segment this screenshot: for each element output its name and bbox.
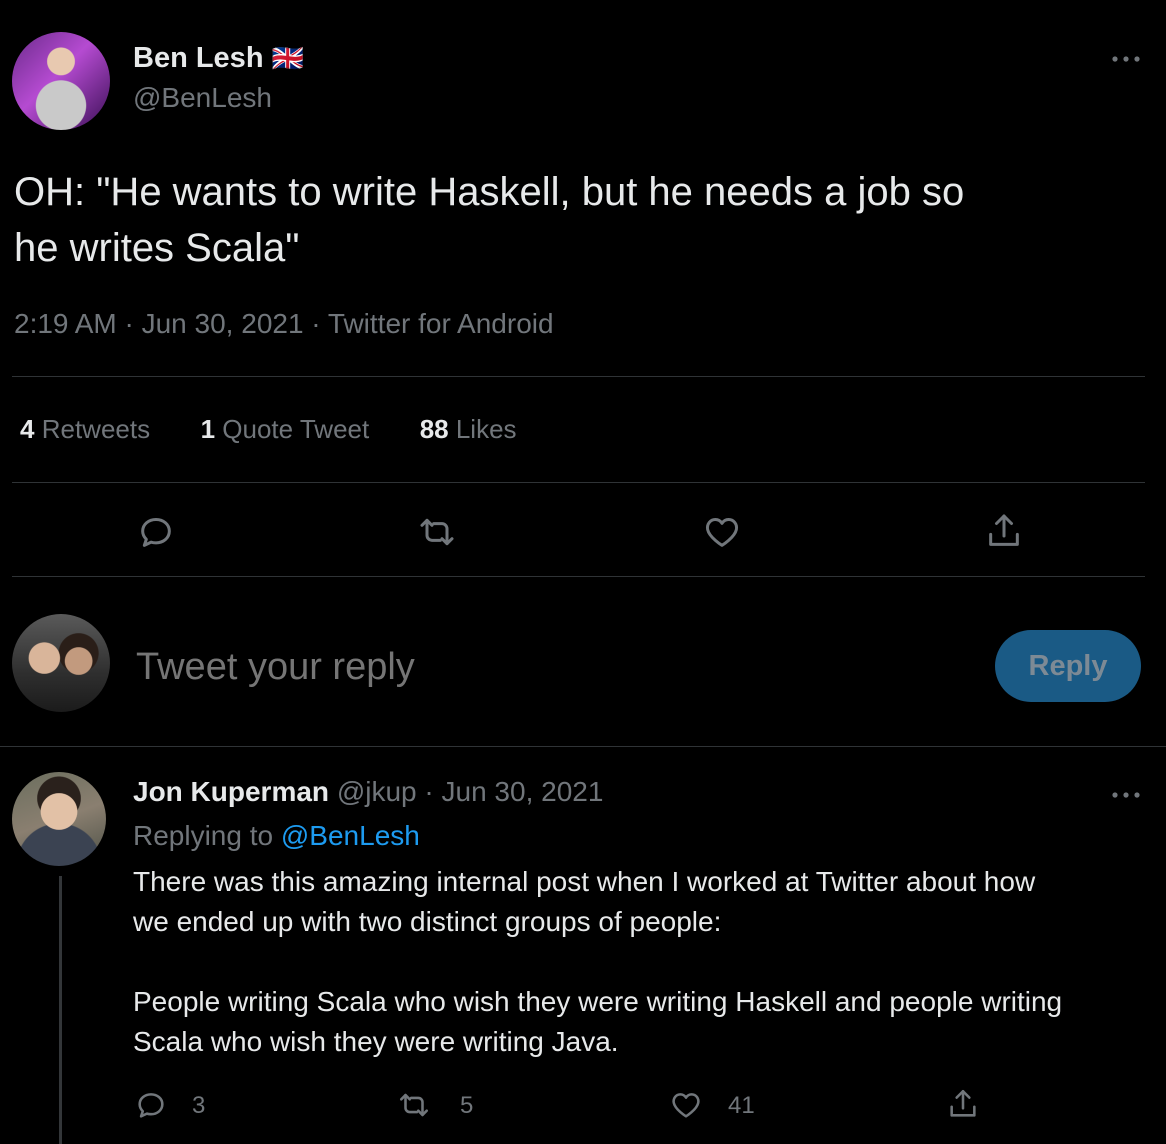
reply-more-options-icon[interactable] — [1110, 786, 1142, 804]
divider — [0, 746, 1166, 747]
divider — [12, 482, 1145, 483]
retweet-icon[interactable] — [416, 512, 458, 552]
tweet-text-line: he writes Scala" — [14, 226, 300, 270]
reply-header: Jon Kuperman @jkup · Jun 30, 2021 — [133, 776, 603, 808]
author-avatar[interactable] — [12, 32, 110, 130]
quotes-label: Quote Tweet — [222, 414, 370, 444]
quotes-stat[interactable]: 1 Quote Tweet — [201, 414, 377, 444]
author-name-text[interactable]: Ben Lesh — [133, 42, 264, 74]
reply-reply-icon[interactable] — [134, 1088, 168, 1122]
replying-to: Replying to @BenLesh — [133, 820, 420, 852]
tweet-text-line: OH: "He wants to write Haskell, but he n… — [14, 170, 965, 214]
flag-icon: 🇬🇧 — [271, 43, 304, 73]
reply-author-avatar[interactable] — [12, 772, 106, 866]
reply-author-name[interactable]: Jon Kuperman — [133, 776, 329, 807]
reply-like-icon[interactable] — [668, 1088, 704, 1122]
thread-line — [59, 876, 62, 1144]
tweet-timestamp[interactable]: 2:19 AM · Jun 30, 2021 · Twitter for And… — [14, 308, 554, 340]
like-icon[interactable] — [701, 512, 743, 552]
tweet-text: OH: "He wants to write Haskell, but he n… — [14, 164, 964, 276]
reply-text-line: we ended up with two distinct groups of … — [133, 906, 722, 937]
reply-icon[interactable] — [136, 512, 176, 552]
stats-row: 4 Retweets 1 Quote Tweet 88 Likes — [20, 414, 517, 445]
reply-date[interactable]: · Jun 30, 2021 — [424, 776, 603, 807]
author-name[interactable]: Ben Lesh 🇬🇧 — [133, 42, 304, 75]
reply-share-icon[interactable] — [946, 1086, 980, 1122]
reply-like-count: 41 — [728, 1092, 755, 1119]
retweets-stat[interactable]: 4 Retweets — [20, 414, 157, 444]
author-handle[interactable]: @BenLesh — [133, 82, 272, 114]
quotes-count: 1 — [200, 414, 216, 444]
retweets-label: Retweets — [41, 414, 151, 444]
retweets-count: 4 — [20, 414, 35, 444]
reply-text: There was this amazing internal post whe… — [133, 862, 1062, 1062]
reply-text-line: People writing Scala who wish they were … — [133, 986, 1063, 1017]
reply-button[interactable]: Reply — [995, 630, 1141, 702]
reply-retweet-icon[interactable] — [396, 1088, 432, 1122]
likes-stat[interactable]: 88 Likes — [420, 414, 517, 444]
likes-count: 88 — [419, 414, 449, 444]
more-options-icon[interactable] — [1110, 50, 1142, 68]
reply-author-handle[interactable]: @jkup — [337, 776, 417, 807]
reply-text-line: There was this amazing internal post whe… — [133, 866, 1036, 897]
share-icon[interactable] — [984, 510, 1024, 552]
reply-retweet-count: 5 — [460, 1092, 474, 1119]
likes-label: Likes — [455, 414, 517, 444]
replying-to-link[interactable]: @BenLesh — [281, 820, 420, 851]
reply-reply-count: 3 — [192, 1092, 206, 1119]
divider — [12, 576, 1145, 577]
current-user-avatar[interactable] — [12, 614, 110, 712]
reply-text-line: Scala who wish they were writing Java. — [133, 1026, 619, 1057]
reply-input[interactable] — [136, 640, 956, 694]
replying-to-prefix: Replying to — [133, 820, 274, 851]
divider — [12, 376, 1145, 377]
